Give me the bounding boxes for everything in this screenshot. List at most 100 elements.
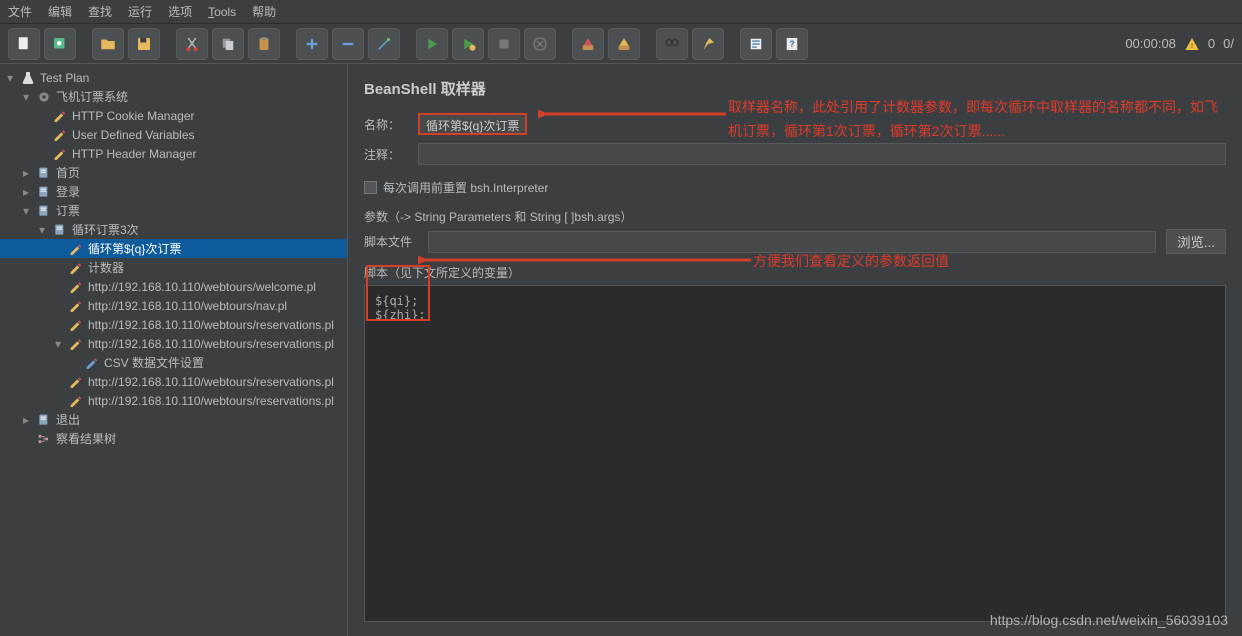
tree-node-14[interactable]: ▾http://192.168.10.110/webtours/reservat…	[0, 334, 347, 353]
tree-node-6[interactable]: ▸登录	[0, 182, 347, 201]
params-label: 参数（-> String Parameters 和 String [ ]bsh.…	[364, 208, 1226, 225]
tb-log-toggle[interactable]	[740, 28, 772, 60]
tree-label: http://192.168.10.110/webtours/reservati…	[88, 318, 334, 332]
menu-options[interactable]: 选项	[168, 3, 192, 20]
tb-search[interactable]	[656, 28, 688, 60]
tb-broom[interactable]	[692, 28, 724, 60]
tree-label: http://192.168.10.110/webtours/reservati…	[88, 394, 334, 408]
svg-text:?: ?	[789, 39, 795, 49]
tree-node-0[interactable]: ▾Test Plan	[0, 68, 347, 87]
tree-label: http://192.168.10.110/webtours/welcome.p…	[88, 280, 316, 294]
pen-icon	[68, 336, 84, 352]
reset-interpreter-checkbox[interactable]	[364, 181, 377, 194]
tree-node-5[interactable]: ▸ 首页	[0, 163, 347, 182]
tb-clear[interactable]	[572, 28, 604, 60]
tb-shutdown[interactable]	[524, 28, 556, 60]
tb-cut[interactable]	[176, 28, 208, 60]
tb-templates[interactable]	[44, 28, 76, 60]
pen-icon	[68, 260, 84, 276]
tb-open[interactable]	[92, 28, 124, 60]
tb-plus[interactable]	[296, 28, 328, 60]
tree-label: 首页	[56, 164, 80, 181]
expand-icon[interactable]: ▾	[4, 71, 16, 85]
tree-node-15[interactable]: CSV 数据文件设置	[0, 353, 347, 372]
tb-play-no-timers[interactable]	[452, 28, 484, 60]
tb-paste[interactable]	[248, 28, 280, 60]
expand-icon[interactable]: ▾	[20, 90, 32, 104]
tree-label: http://192.168.10.110/webtours/nav.pl	[88, 299, 287, 313]
tree-label: 退出	[56, 411, 80, 428]
expand-icon[interactable]: ▾	[20, 204, 32, 218]
tree-node-3[interactable]: User Defined Variables	[0, 125, 347, 144]
pen-icon	[68, 317, 84, 333]
script-editor[interactable]: ${qi}; ${zhi};	[364, 285, 1226, 622]
err-count: 0/	[1223, 36, 1234, 51]
menu-edit[interactable]: 编辑	[48, 3, 72, 20]
pen-icon	[68, 393, 84, 409]
scriptfile-input[interactable]	[428, 231, 1156, 253]
flask-icon	[20, 70, 36, 86]
pen-icon	[68, 279, 84, 295]
tree-label: http://192.168.10.110/webtours/reservati…	[88, 375, 334, 389]
page-icon	[36, 203, 52, 219]
tree-label: HTTP Cookie Manager	[72, 109, 195, 123]
scriptfile-label: 脚本文件	[364, 233, 418, 250]
expand-icon[interactable]: ▸	[20, 185, 32, 199]
reset-interpreter-label: 每次调用前重置 bsh.Interpreter	[383, 179, 548, 196]
csv-icon	[84, 355, 100, 371]
tree-node-12[interactable]: http://192.168.10.110/webtours/nav.pl	[0, 296, 347, 315]
tree-label: 循环订票3次	[72, 221, 139, 238]
page-icon	[52, 222, 68, 238]
editor-panel: BeanShell 取样器 名称： 循环第${q}次订票 注释： 每次调用前重置…	[348, 64, 1242, 636]
tree-node-1[interactable]: ▾ 飞机订票系统	[0, 87, 347, 106]
menu-run[interactable]: 运行	[128, 3, 152, 20]
tree-node-19[interactable]: 察看结果树	[0, 429, 347, 448]
elapsed-time: 00:00:08	[1125, 36, 1176, 51]
tb-save[interactable]	[128, 28, 160, 60]
pen-icon	[68, 298, 84, 314]
tree-node-4[interactable]: HTTP Header Manager	[0, 144, 347, 163]
tree-node-17[interactable]: http://192.168.10.110/webtours/reservati…	[0, 391, 347, 410]
tree-label: User Defined Variables	[72, 128, 195, 142]
expand-icon[interactable]: ▾	[52, 337, 64, 351]
expand-icon[interactable]: ▸	[20, 413, 32, 427]
tb-wand[interactable]	[368, 28, 400, 60]
pen-icon	[68, 241, 84, 257]
tb-play[interactable]	[416, 28, 448, 60]
name-input[interactable]: 循环第${q}次订票	[418, 113, 527, 135]
tree-node-18[interactable]: ▸ 退出	[0, 410, 347, 429]
tree-node-10[interactable]: 计数器	[0, 258, 347, 277]
tree-node-13[interactable]: http://192.168.10.110/webtours/reservati…	[0, 315, 347, 334]
tb-new[interactable]	[8, 28, 40, 60]
expand-icon[interactable]: ▸	[20, 166, 32, 180]
comment-label: 注释：	[364, 146, 408, 163]
tree-node-16[interactable]: http://192.168.10.110/webtours/reservati…	[0, 372, 347, 391]
tree-node-7[interactable]: ▾订票	[0, 201, 347, 220]
menu-search[interactable]: 查找	[88, 3, 112, 20]
tree-label: CSV 数据文件设置	[104, 354, 204, 371]
tree-label: 飞机订票系统	[56, 88, 128, 105]
tree-label: 计数器	[88, 259, 124, 276]
tree-node-9[interactable]: 循环第${q}次订票	[0, 239, 347, 258]
comment-input[interactable]	[418, 143, 1226, 165]
tree-node-11[interactable]: http://192.168.10.110/webtours/welcome.p…	[0, 277, 347, 296]
tb-help[interactable]: ?	[776, 28, 808, 60]
tb-clear-all[interactable]	[608, 28, 640, 60]
menu-tools[interactable]: Tools	[208, 5, 236, 19]
menu-file[interactable]: 文件	[8, 3, 32, 20]
watermark: https://blog.csdn.net/weixin_56039103	[990, 612, 1228, 628]
browse-button[interactable]: 浏览...	[1166, 229, 1226, 254]
test-plan-tree[interactable]: ▾Test Plan▾飞机订票系统HTTP Cookie ManagerUser…	[0, 64, 348, 636]
pen-icon	[52, 108, 68, 124]
tree-label: HTTP Header Manager	[72, 147, 197, 161]
panel-title: BeanShell 取样器	[364, 78, 1226, 99]
tb-stop[interactable]	[488, 28, 520, 60]
tree-node-2[interactable]: HTTP Cookie Manager	[0, 106, 347, 125]
tree-node-8[interactable]: ▾ 循环订票3次	[0, 220, 347, 239]
menu-help[interactable]: 帮助	[252, 3, 276, 20]
pen-icon	[68, 374, 84, 390]
expand-icon[interactable]: ▾	[36, 223, 48, 237]
tree-label: 循环第${q}次订票	[88, 240, 181, 257]
tb-minus[interactable]	[332, 28, 364, 60]
tb-copy[interactable]	[212, 28, 244, 60]
